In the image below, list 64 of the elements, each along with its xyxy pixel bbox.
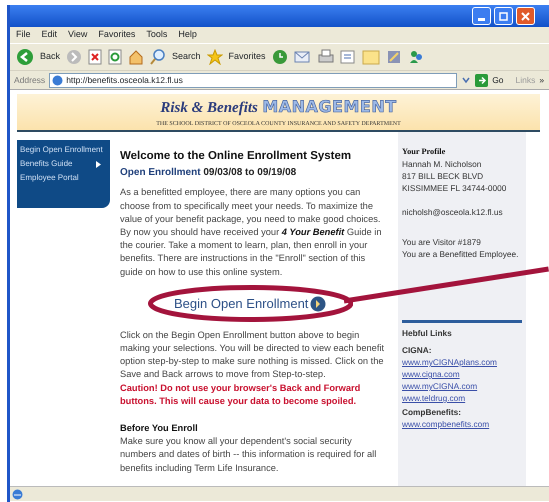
search-icon[interactable] [150,49,166,65]
profile-line: Hannah M. Nicholson [402,158,482,170]
close-button[interactable] [516,7,535,25]
profile-email: nicholsh@osceola.k12.fl.us [402,206,504,218]
close-icon [521,12,530,20]
menu-item[interactable]: View [68,28,88,42]
banner-title: Risk & Benefits [160,100,258,116]
menu-item[interactable]: Favorites [98,28,136,42]
go-arrow-icon[interactable] [475,74,488,86]
section-heading: Before You Enroll [120,422,199,436]
menu-item[interactable]: Help [178,28,197,42]
menu-item[interactable]: File [16,28,31,42]
visitor-info: You are Visitor #1879 [402,236,482,248]
website-link[interactable]: www.myCIGNAplans.com [402,356,522,368]
page-icon [52,74,64,86]
printer-icon[interactable] [318,49,334,65]
dropdown-icon[interactable] [461,75,472,85]
maximize-icon [499,12,508,20]
address-label: Address [14,74,46,86]
website-link[interactable]: www.cigna.com [402,368,522,380]
menu-item[interactable]: Edit [42,28,58,42]
page-icon [12,488,23,500]
banner-title: MANAGEMENT [262,97,397,116]
website-link[interactable]: www.compbenefits.com [402,418,522,430]
website-link[interactable]: www.teldrug.com [402,392,522,404]
page-heading: Welcome to the Online Enrollment System [120,150,352,164]
folder-icon[interactable] [362,49,380,65]
edit-icon[interactable] [340,50,356,64]
sidebar-item[interactable]: Employee Portal [20,172,107,184]
home-icon[interactable] [128,49,144,65]
visitor-info: You are a Benefitted Employee. [402,248,520,260]
links-heading: Hebful Links [402,327,453,339]
forward-icon[interactable] [66,49,82,65]
profile-line: KISSIMMEE FL 34744-0000 [402,182,508,194]
search-button[interactable]: Search [172,50,201,64]
caution-warning: Caution! Do not use your browser's Back and Forward buttons. This will cause your data to become spoiled. [120,382,362,408]
messenger-icon[interactable] [408,49,424,65]
stop-icon[interactable] [88,49,102,65]
profile-title: Your Profile [402,146,446,158]
history-icon[interactable] [272,49,288,65]
more-links-button[interactable]: » [539,74,544,86]
link-group-title: CIGNA: [402,344,432,356]
maximize-button[interactable] [494,7,513,25]
back-button[interactable]: Back [40,50,60,64]
sidebar-item[interactable]: Benefits Guide [20,158,107,170]
menu-item[interactable]: Tools [146,28,168,42]
intro-paragraph: As a benefitted employee, there are many options you can choose from to specifically meet your needs. To maximize the value of your benefit package, you need to make good choices. By now you should have received your 4 Your Benefit Guide in the courier. Take a moment to learn, plan, then enroll in your benefits. There are instructions in the "Enroll" section of this guide on how to use this online system. [120,186,382,279]
link-group-title: CompBenefits: [402,406,462,418]
before-enroll-paragraph: Make sure you know all your dependent's social security numbers and dates of birth -- this information is required for all benefits including Term Life Insurance. [120,435,378,475]
mail-icon[interactable] [294,50,312,64]
enrollment-dates: 09/03/08 to 09/19/08 [203,167,296,178]
section-title: Open Enrollment [120,167,201,178]
website-link[interactable]: www.myCIGNA.com [402,380,522,392]
star-icon[interactable] [206,49,223,65]
address-field[interactable]: http://benefits.osceola.k12.fl.us [49,72,458,88]
sidebar-item[interactable]: Begin Open Enrollment [20,144,107,156]
back-icon[interactable] [16,48,34,66]
minimize-icon [478,18,485,20]
address-text: http://benefits.osceola.k12.fl.us [66,74,183,86]
favorites-button[interactable]: Favorites [228,50,266,64]
instructions-paragraph: Click on the Begin Open Enrollment button above to begin making your selections. You will be directed to view each benefit option step-by-step to make sure nothing is missed. Click on the Save and Back arrows to move from Step-to-step. [120,328,386,382]
profile-line: 817 BILL BECK BLVD [402,170,484,182]
go-button[interactable]: Go [492,74,504,86]
minimize-button[interactable] [472,7,491,25]
